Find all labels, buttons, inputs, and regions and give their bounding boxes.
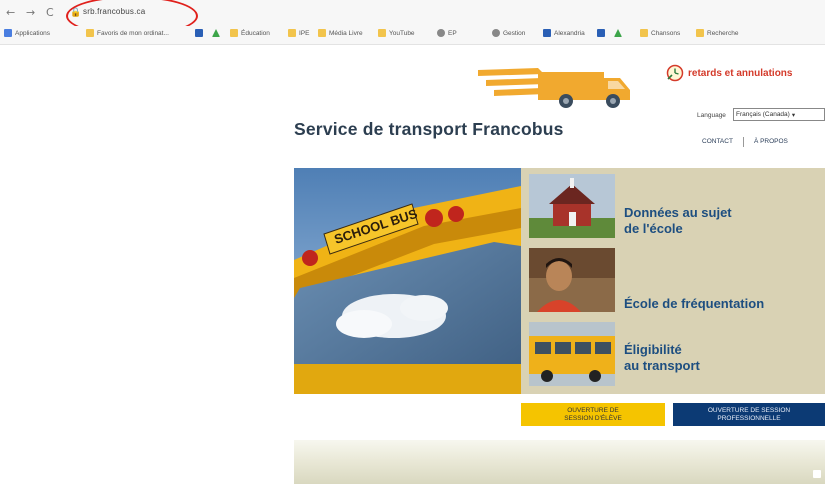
language-select[interactable]: Français (Canada) ▾ <box>733 108 825 121</box>
bookmark-media-livre[interactable]: Média Livre <box>318 29 363 37</box>
language-value: Français (Canada) <box>736 111 790 118</box>
student-login-line2: SESSION D'ÉLÈVE <box>564 414 622 422</box>
clock-alert-icon <box>666 64 684 82</box>
folder-icon <box>640 29 648 37</box>
bookmark-gestion[interactable]: Gestion <box>492 29 525 37</box>
bookmark-ipe[interactable]: IPE <box>288 29 309 37</box>
bookmark-favoris[interactable]: Favoris de mon ordinat... <box>86 29 169 37</box>
site-title: Service de transport Francobus <box>294 119 564 139</box>
folder-icon <box>318 29 326 37</box>
bookmark-chansons[interactable]: Chansons <box>640 29 680 37</box>
reload-icon[interactable]: C <box>46 6 54 19</box>
top-navigation: CONTACT À PROPOS <box>702 137 788 147</box>
footer-band <box>294 440 825 484</box>
pro-login-line1: OUVERTURE DE SESSION <box>707 406 791 414</box>
student-login-button[interactable]: OUVERTURE DE SESSION D'ÉLÈVE <box>521 403 665 426</box>
blue-square-icon <box>195 29 203 37</box>
browser-toolbar: ← → C 🔒 srb.francobus.ca <box>0 0 825 36</box>
nav-contact[interactable]: CONTACT <box>702 138 733 147</box>
delays-link[interactable]: retards et annulations <box>666 64 792 82</box>
apps-grid-icon <box>4 29 12 37</box>
folder-icon <box>378 29 386 37</box>
professional-login-button[interactable]: OUVERTURE DE SESSION PROFESSIONNELLE <box>673 403 825 426</box>
link-transport-eligibility[interactable]: Éligibilité au transport <box>624 342 700 374</box>
bookmark-youtube[interactable]: YouTube <box>378 29 415 37</box>
bookmark-ep[interactable]: EP <box>437 29 457 37</box>
bookmark-item[interactable] <box>597 29 608 37</box>
delays-label: retards et annulations <box>688 67 793 79</box>
nav-divider <box>742 137 744 147</box>
hero-school-bus-image: SCHOOL BUS <box>294 168 521 394</box>
drive-icon <box>614 29 622 37</box>
pro-login-line2: PROFESSIONNELLE <box>717 414 781 422</box>
drive-icon <box>212 29 220 37</box>
bookmark-item[interactable] <box>195 29 206 37</box>
folder-icon <box>696 29 704 37</box>
nav-about[interactable]: À PROPOS <box>754 138 788 147</box>
forward-icon[interactable]: → <box>26 6 35 19</box>
bookmark-applications[interactable]: Applications <box>4 29 50 37</box>
bookmarks-bar: Applications Favoris de mon ordinat... É… <box>0 26 825 45</box>
francobus-truck-logo[interactable] <box>478 66 638 112</box>
quick-links-panel: Données au sujet de l'école École de fré… <box>521 168 825 394</box>
school-building-thumbnail[interactable] <box>529 174 615 238</box>
link-school-data[interactable]: Données au sujet de l'école <box>624 205 732 237</box>
bookmark-alexandria[interactable]: Alexandria <box>543 29 585 37</box>
folder-icon <box>86 29 94 37</box>
student-thumbnail[interactable] <box>529 248 615 312</box>
bookmark-education[interactable]: Éducation <box>230 29 270 37</box>
back-icon[interactable]: ← <box>6 6 15 19</box>
dropdown-arrow-icon: ▾ <box>791 111 796 119</box>
globe-icon <box>437 29 445 37</box>
link-attendance-school[interactable]: École de fréquentation <box>624 296 764 312</box>
bus-fleet-thumbnail[interactable] <box>529 322 615 386</box>
language-label: Language <box>697 112 726 119</box>
globe-icon <box>492 29 500 37</box>
folder-icon <box>230 29 238 37</box>
folder-icon <box>288 29 296 37</box>
scroll-marker <box>813 470 821 478</box>
student-login-line1: OUVERTURE DE <box>567 406 619 414</box>
bookmark-recherche[interactable]: Recherche <box>696 29 738 37</box>
bookmark-item[interactable] <box>614 29 625 37</box>
blue-square-icon <box>543 29 551 37</box>
bookmark-item[interactable] <box>212 29 223 37</box>
blue-square-icon <box>597 29 605 37</box>
